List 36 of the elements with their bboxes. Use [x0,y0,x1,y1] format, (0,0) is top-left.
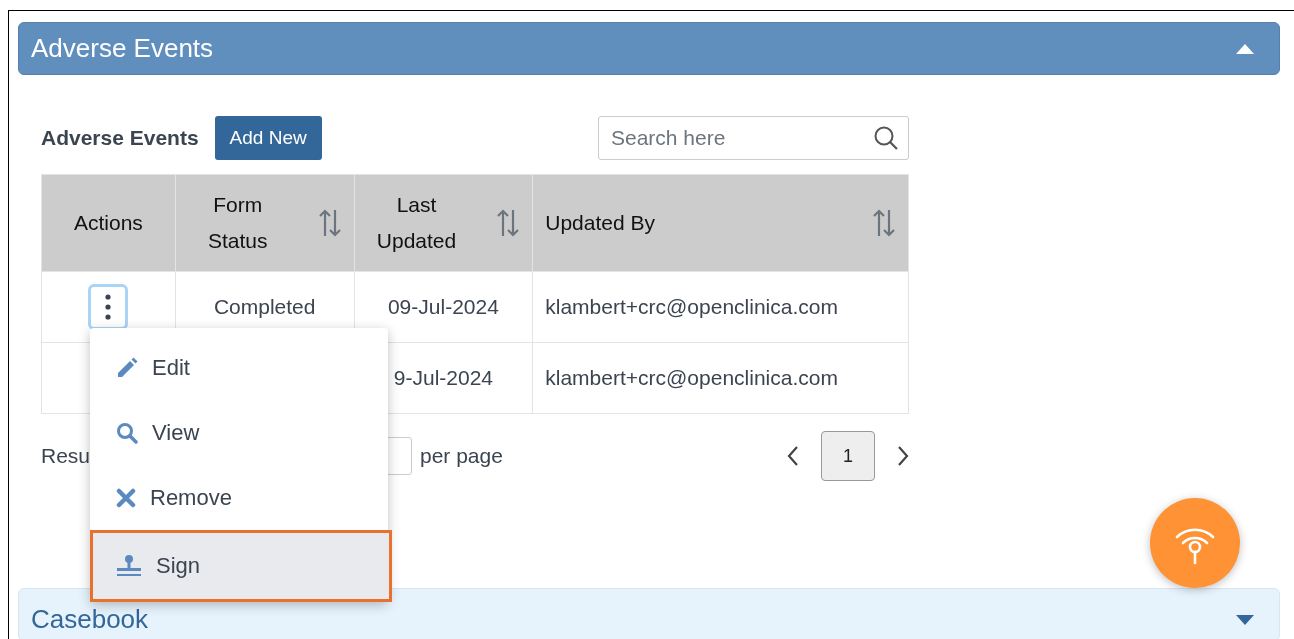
chevron-left-icon[interactable] [787,445,799,467]
stamp-icon [116,555,142,577]
menu-item[interactable]: View [90,400,388,465]
more-options-button[interactable] [88,284,129,330]
vertical-dots-icon [105,294,112,320]
panel-title: Casebook [31,604,149,635]
caret-down-icon[interactable] [1236,614,1254,625]
results-label: Resu [41,444,91,467]
search-icon[interactable] [873,125,899,151]
panel-header[interactable]: Casebook [18,588,1280,639]
sort-icon[interactable] [872,208,896,238]
table-cell: klambert+crc@openclinica.com [545,366,838,389]
sort-icon[interactable] [496,208,521,238]
table-cell: Completed [213,295,316,318]
menu-item[interactable]: Remove [90,465,388,530]
column-header[interactable]: Last Updated [354,174,533,272]
search-field[interactable]: Search here [598,116,909,160]
sort-icon[interactable] [317,208,342,238]
menu-item[interactable]: Sign [90,530,392,602]
pencil-icon [116,356,138,379]
table-cell: 09-Jul-2024 [387,295,499,318]
page-button[interactable]: 1 [821,431,875,481]
close-icon [116,487,136,508]
table-cell: klambert+crc@openclinica.com [545,295,838,318]
column-header: Actions [41,174,176,272]
column-header[interactable]: Form Status [175,174,355,272]
add-new-button[interactable]: Add New [214,116,322,160]
panel-title: Adverse Events [31,33,214,64]
chevron-right-icon[interactable] [897,445,909,467]
menu-item[interactable]: Edit [90,335,388,400]
per-page-label: per page [420,444,503,468]
search-icon [116,421,138,444]
caret-up-icon[interactable] [1236,43,1254,54]
section-title: Adverse Events [41,126,199,150]
table-cell: 9-Jul-2024 [393,366,493,389]
column-header[interactable]: Updated By [532,174,909,272]
